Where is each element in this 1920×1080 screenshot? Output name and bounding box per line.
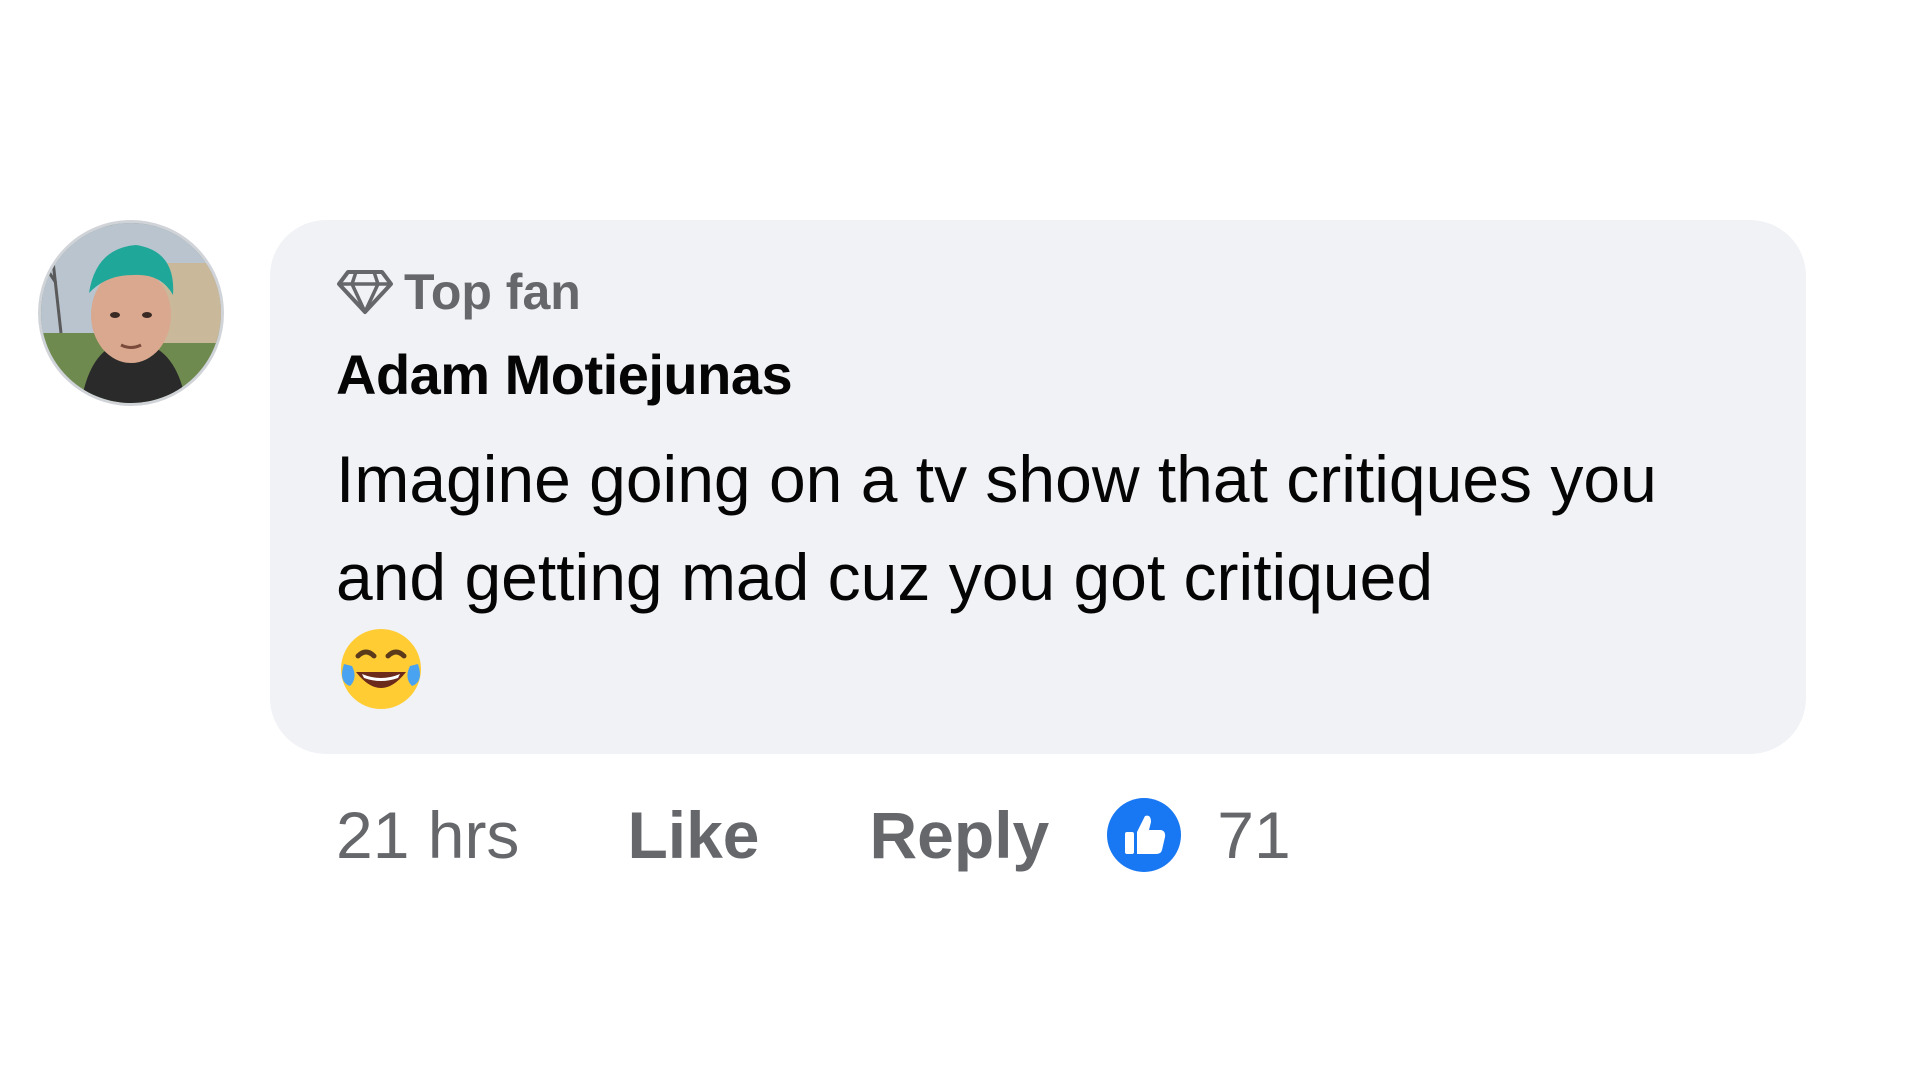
top-fan-badge: Top fan [336, 262, 581, 322]
comment: Top fan Adam Motiejunas Imagine going on… [0, 0, 1920, 1080]
reaction-count[interactable]: 71 [1217, 797, 1290, 873]
thumbs-up-icon[interactable] [1105, 796, 1183, 874]
comment-text: Imagine going on a tv show that critique… [336, 442, 1657, 614]
reply-button[interactable]: Reply [870, 797, 1050, 873]
badge-label: Top fan [404, 264, 581, 320]
avatar[interactable] [38, 220, 224, 406]
avatar-photo [41, 223, 221, 403]
face-with-tears-of-joy-icon [336, 624, 426, 714]
like-button[interactable]: Like [627, 797, 759, 873]
comment-bubble: Top fan Adam Motiejunas Imagine going on… [270, 220, 1806, 754]
comment-meta-row: 21 hrs Like Reply 71 [336, 790, 1291, 880]
diamond-icon [336, 268, 394, 316]
timestamp[interactable]: 21 hrs [336, 797, 519, 873]
author-name[interactable]: Adam Motiejunas [336, 340, 793, 410]
